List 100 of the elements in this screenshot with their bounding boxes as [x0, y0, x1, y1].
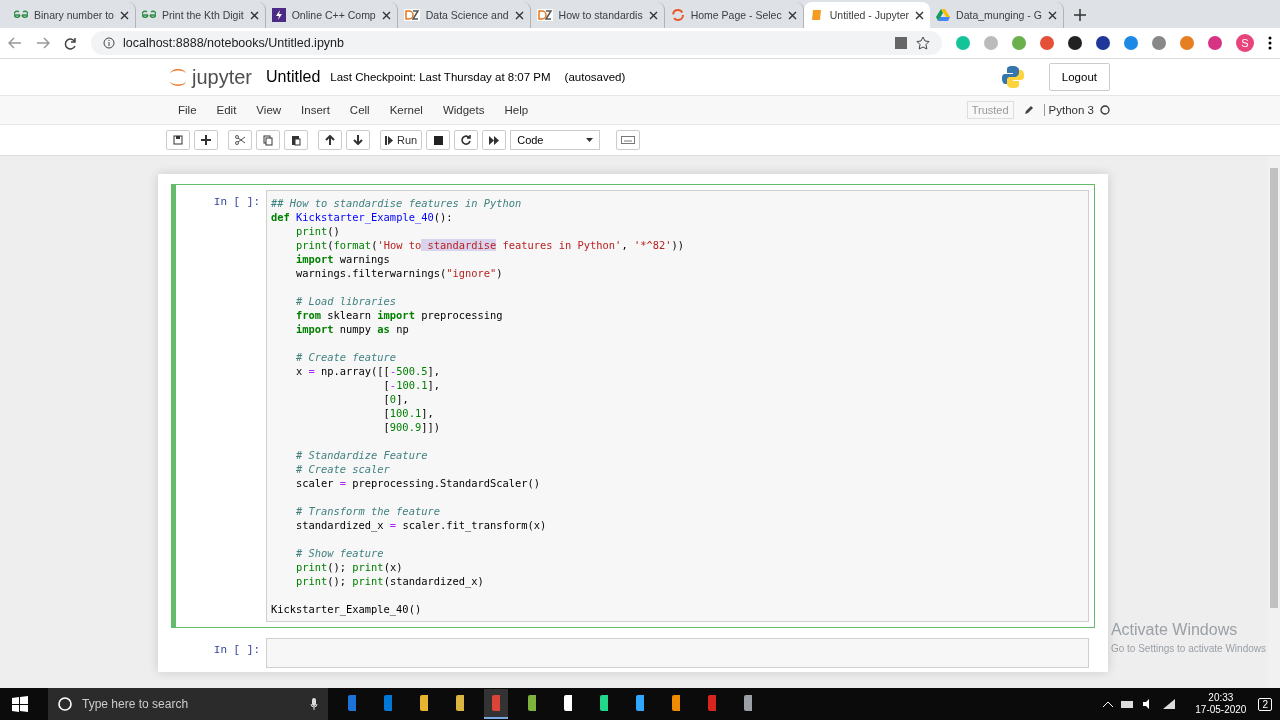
extension-icon[interactable] — [1068, 36, 1082, 50]
tab-title: Untitled - Jupyter — [829, 9, 910, 21]
address-bar[interactable]: localhost:8888/notebooks/Untitled.ipynb — [91, 31, 942, 55]
close-icon[interactable] — [787, 10, 797, 20]
book-icon — [809, 8, 824, 22]
reload-icon[interactable] — [64, 36, 77, 50]
close-icon[interactable] — [915, 10, 925, 20]
code-line: Kickstarter_Example_40() — [271, 602, 423, 616]
add-cell-button[interactable] — [194, 130, 218, 150]
menu-icon[interactable] — [1268, 36, 1272, 50]
pencil-icon[interactable] — [1023, 105, 1034, 115]
activation-title: Activate Windows — [1110, 621, 1239, 639]
tab-title: Home Page - Selec — [690, 9, 782, 21]
code-line: # Load libraries — [295, 294, 398, 308]
code-line: ## How to standardise features in Python — [271, 196, 523, 210]
clipboard-icon — [291, 134, 301, 146]
code-line: print(format('How to standardise features in Python', '*^82')) — [295, 238, 685, 252]
menu-item[interactable]: View — [246, 104, 292, 116]
copy-icon — [263, 134, 273, 146]
browser-tab[interactable]: Untitled - Jupyter — [803, 2, 931, 28]
cell-type-dropdown[interactable]: Code — [510, 130, 601, 150]
move-up-button[interactable] — [318, 130, 342, 150]
keyboard-icon — [621, 136, 636, 144]
autosave-status: (autosaved) — [564, 71, 626, 83]
code-line: warnings.filterwarnings("ignore") — [295, 266, 504, 280]
ring-icon — [670, 8, 685, 22]
cell-prompt: In [ ]: — [212, 643, 261, 658]
code-line: standardized_x = scaler.fit_transform(x) — [295, 518, 548, 532]
menu-item[interactable]: Kernel — [379, 104, 433, 116]
code-line: [-100.1], — [382, 378, 441, 392]
code-line: # Create feature — [295, 350, 398, 364]
drive-icon — [936, 9, 951, 21]
stop-icon — [433, 135, 443, 145]
menu-item[interactable]: Insert — [291, 104, 340, 116]
profile-avatar[interactable]: S — [1236, 34, 1254, 52]
close-icon[interactable] — [119, 10, 129, 20]
code-line: [0], — [382, 392, 410, 406]
jupyter-logo-text: jupyter — [192, 65, 253, 89]
restart-button[interactable] — [454, 130, 479, 150]
microphone-icon[interactable] — [310, 698, 318, 710]
menu-item[interactable]: Help — [494, 104, 539, 116]
run-all-button[interactable] — [482, 130, 507, 150]
new-tab-icon[interactable] — [1073, 9, 1086, 21]
menu-item[interactable]: Widgets — [432, 104, 495, 116]
code-line: # Show feature — [295, 546, 385, 560]
paste-button[interactable] — [284, 130, 308, 150]
notebook-cell[interactable]: In [ ]: — [171, 632, 1095, 674]
kernel-name: Python 3 — [1043, 104, 1094, 116]
run-button[interactable]: Run — [380, 130, 423, 150]
code-line: [900.9]]) — [382, 420, 441, 434]
code-line: # Transform the feature — [295, 504, 441, 518]
code-line: print(); print(standardized_x) — [295, 574, 485, 588]
tab-title: Binary number to — [34, 9, 114, 21]
code-line: import warnings — [295, 252, 391, 266]
tab-title: Print the Kth Digit — [161, 9, 244, 21]
fast-forward-icon — [488, 135, 500, 145]
move-down-button[interactable] — [346, 130, 370, 150]
code-line: # Create scaler — [295, 462, 391, 476]
star-icon[interactable] — [916, 36, 930, 50]
close-icon[interactable] — [249, 10, 259, 20]
close-icon[interactable] — [1047, 10, 1057, 20]
taskbar-search-field[interactable]: Type here to search — [48, 688, 328, 720]
arrow-up-icon — [325, 135, 335, 145]
logout-button[interactable]: Logout — [1048, 63, 1110, 91]
forward-icon[interactable] — [36, 37, 50, 49]
notebook-title[interactable]: Untitled — [266, 68, 321, 86]
menu-item[interactable]: Edit — [206, 104, 247, 116]
notification-badge[interactable]: 2 — [1258, 697, 1272, 711]
close-icon[interactable] — [648, 10, 658, 20]
stop-button[interactable] — [426, 130, 451, 150]
cut-button[interactable] — [228, 130, 252, 150]
site-logo-icon — [536, 9, 553, 21]
jupyter-logo-icon — [168, 66, 188, 88]
menu-item[interactable]: File — [168, 104, 207, 116]
step-forward-icon — [385, 135, 393, 145]
kernel-idle-icon — [1100, 105, 1110, 115]
plus-icon — [201, 135, 211, 145]
checkpoint-text: Last Checkpoint: Last Thursday at 8:07 PM — [330, 71, 551, 83]
back-icon[interactable] — [8, 37, 22, 49]
extension-icon[interactable] — [1096, 36, 1110, 50]
site-logo-icon — [141, 10, 156, 20]
tab-title: How to standardis — [558, 9, 643, 21]
copy-button[interactable] — [256, 130, 280, 150]
activation-hint: Go to Settings to activate Windows — [1110, 643, 1266, 654]
code-line: print(); print(x) — [295, 560, 404, 574]
code-line: def Kickstarter_Example_40(): — [271, 210, 454, 224]
menu-item[interactable]: Cell — [339, 104, 380, 116]
reload-icon — [461, 135, 472, 145]
keyboard-button[interactable] — [616, 130, 641, 150]
python-logo-icon — [1000, 65, 1025, 89]
save-button[interactable] — [166, 130, 190, 150]
arrow-down-icon — [353, 135, 363, 145]
close-icon[interactable] — [514, 10, 524, 20]
taskbar-clock[interactable]: 20:33 17-05-2020 — [1195, 692, 1247, 716]
windows-start-icon[interactable] — [12, 696, 28, 712]
site-logo-icon — [403, 9, 420, 21]
code-line: scaler = preprocessing.StandardScaler() — [295, 476, 541, 490]
lightning-icon — [271, 8, 286, 22]
scrollbar-thumb[interactable] — [1270, 168, 1278, 608]
close-icon[interactable] — [381, 10, 391, 20]
